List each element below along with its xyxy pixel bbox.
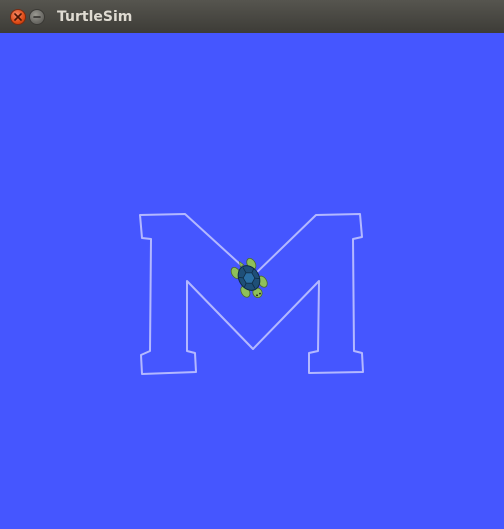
title-bar[interactable]: TurtleSim <box>0 0 504 34</box>
minimize-button[interactable] <box>29 9 45 25</box>
close-button[interactable] <box>10 9 26 25</box>
turtle-canvas <box>0 33 504 529</box>
turtle-icon <box>230 258 268 299</box>
window-title: TurtleSim <box>57 9 133 25</box>
pen-trail <box>139 213 364 375</box>
minimize-icon <box>33 16 41 18</box>
drawing-surface <box>139 213 364 375</box>
turtlesim-window: TurtleSim <box>0 0 504 529</box>
close-icon <box>14 13 22 21</box>
